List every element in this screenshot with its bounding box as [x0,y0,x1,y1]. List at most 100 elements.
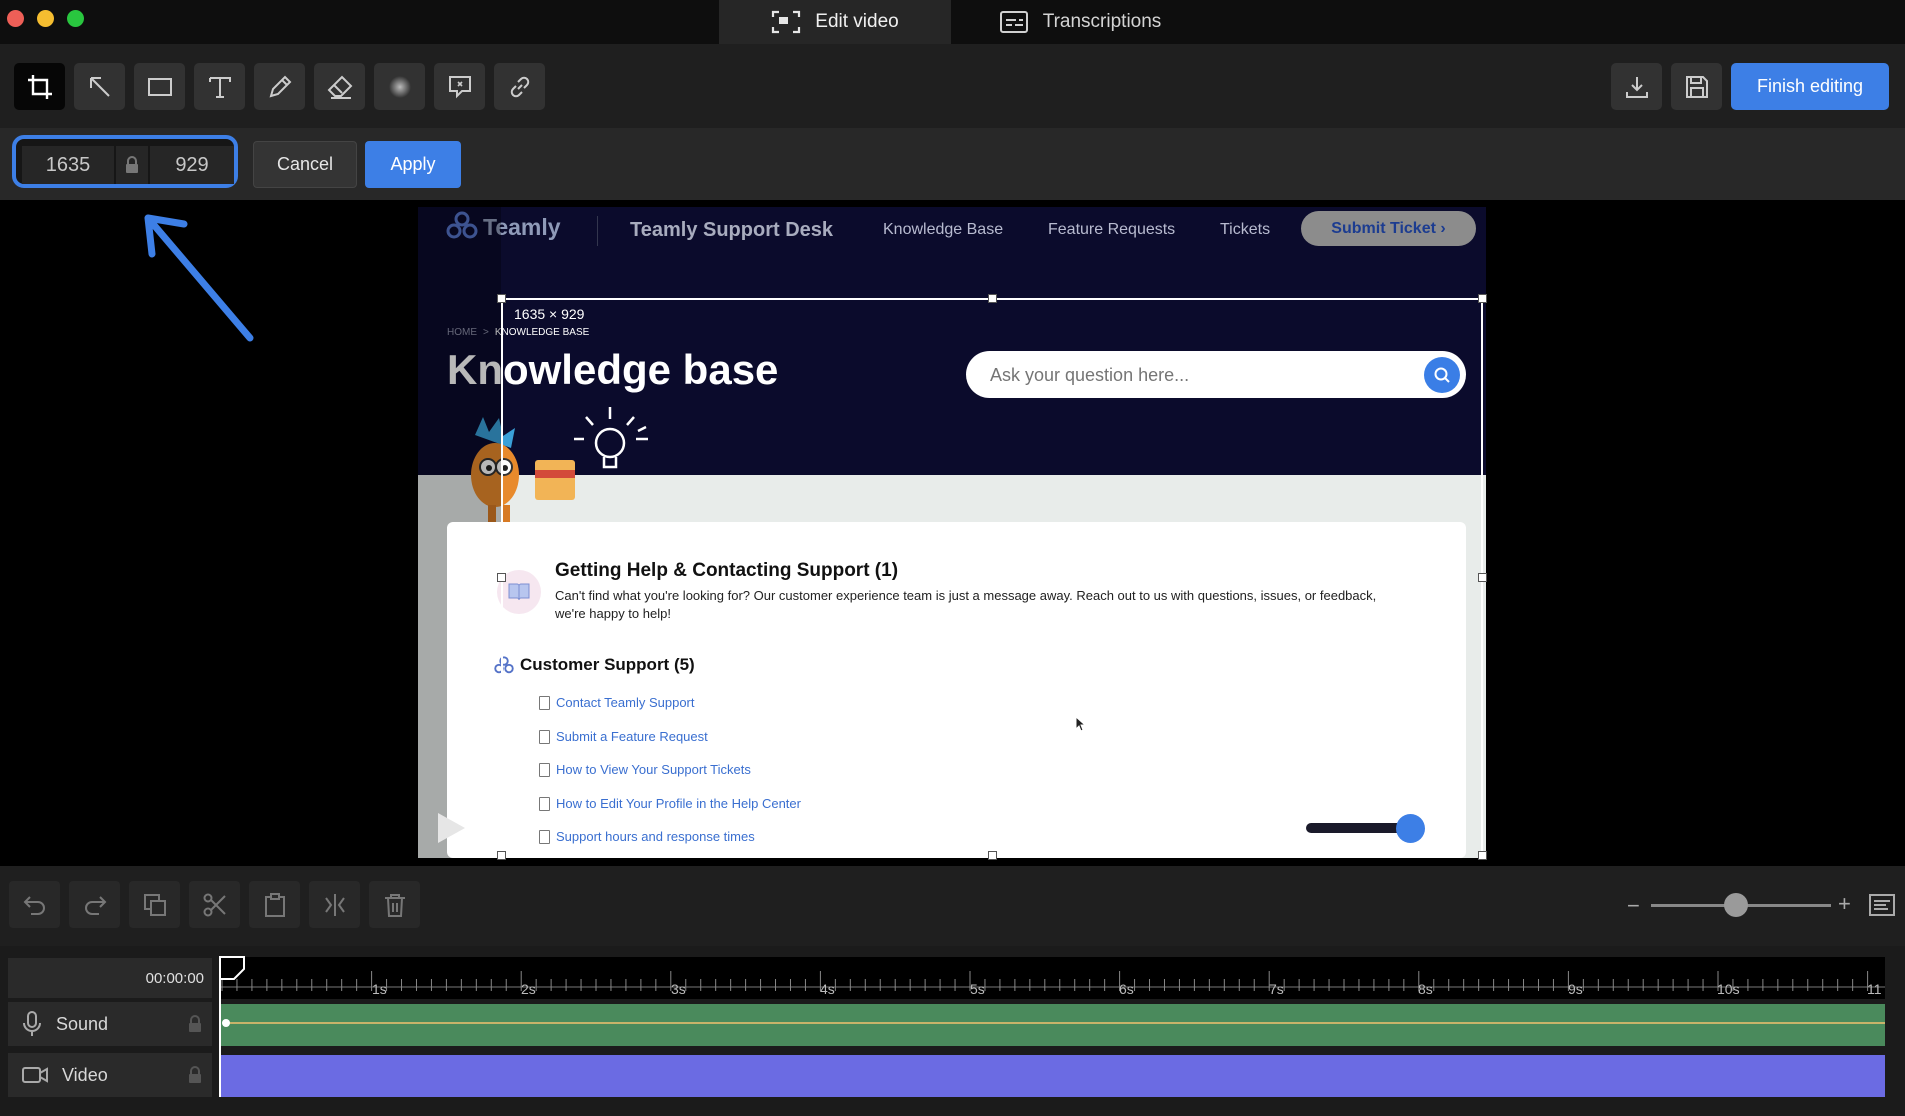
lock-icon [126,156,138,173]
trash-icon [384,893,405,917]
paste-button[interactable] [249,881,300,928]
subtitles-icon [999,11,1028,33]
ruler-label: 1s [372,981,387,997]
sound-clip[interactable] [220,1004,1885,1046]
rectangle-icon [147,77,172,96]
tab-label: Transcriptions [1042,11,1162,32]
cancel-button[interactable]: Cancel [253,141,357,188]
ruler-label: 9s [1568,981,1583,997]
redo-button[interactable] [69,881,120,928]
clipboard-icon [264,892,285,917]
video-camera-icon [22,1067,48,1083]
lock-icon[interactable] [188,1015,202,1033]
crop-tool-button[interactable] [14,63,65,110]
play-icon[interactable] [435,811,467,845]
close-window-button[interactable] [7,10,24,27]
fit-timeline-icon[interactable] [1869,893,1895,917]
annotation-arrow [144,214,254,342]
ruler-label: 6s [1119,981,1134,997]
crop-handle-right[interactable] [1478,573,1487,582]
crop-handle-top[interactable] [988,294,997,303]
arrow-tool-button[interactable] [74,63,125,110]
duplicate-button[interactable] [129,881,180,928]
crop-size-label: 1635 × 929 [514,306,585,322]
eraser-tool-button[interactable] [314,63,365,110]
screen-capture-icon [772,10,801,34]
eraser-icon [327,75,352,99]
split-button[interactable] [309,881,360,928]
zoom-in-button[interactable]: + [1838,891,1851,917]
tab-edit-video[interactable]: Edit video [719,0,951,44]
nav-tickets[interactable]: Tickets [1220,207,1270,253]
rectangle-tool-button[interactable] [134,63,185,110]
crop-handle-left[interactable] [497,573,506,582]
crop-handle-top-right[interactable] [1478,294,1487,303]
track-sound[interactable]: Sound [8,1002,212,1046]
crop-handle-top-left[interactable] [497,294,506,303]
timeline-ruler[interactable] [220,957,1885,999]
undo-button[interactable] [9,881,60,928]
save-button[interactable] [1671,63,1722,110]
ruler-label: 2s [521,981,536,997]
zoom-out-button[interactable]: − [1627,893,1640,919]
video-clip[interactable] [220,1055,1885,1097]
minimize-window-button[interactable] [37,10,54,27]
ruler-label: 8s [1418,981,1433,997]
ruler-label: 3s [671,981,686,997]
ruler-label: 5s [970,981,985,997]
crop-height-input[interactable]: 929 [150,146,234,184]
arrow-icon [89,76,110,97]
pencil-icon [269,75,291,97]
download-icon [1625,76,1648,98]
playhead-line [219,975,221,1097]
link-icon [510,76,529,97]
crop-width-input[interactable]: 1635 [22,146,114,184]
volume-envelope[interactable] [224,1022,1885,1024]
crop-icon [27,74,52,99]
timeline-zoom-knob[interactable] [1724,893,1748,917]
crop-handle-bottom[interactable] [988,851,997,860]
lock-icon[interactable] [188,1066,202,1084]
nav-knowledge-base[interactable]: Knowledge Base [883,207,1003,253]
undo-icon [23,895,45,915]
delete-button[interactable] [369,881,420,928]
tab-label: Edit video [815,11,899,32]
ruler-ticks [220,971,1885,991]
blur-icon [388,75,411,98]
playhead[interactable] [218,955,252,981]
text-tool-button[interactable] [194,63,245,110]
text-icon [208,76,231,98]
microphone-icon [23,1011,41,1036]
submit-ticket-button[interactable]: Submit Ticket › [1301,211,1476,246]
nav-feature-requests[interactable]: Feature Requests [1048,207,1175,253]
pencil-tool-button[interactable] [254,63,305,110]
callout-tool-button[interactable] [434,63,485,110]
divider [597,216,598,246]
track-label: Video [62,1064,108,1085]
track-label: Sound [56,1013,109,1034]
crop-handle-bottom-left[interactable] [497,851,506,860]
callout-icon [448,75,471,98]
tab-transcriptions[interactable]: Transcriptions [980,0,1180,44]
current-time: 00:00:00 [8,958,212,998]
volume-keyframe[interactable] [222,1019,230,1027]
site-title: Teamly Support Desk [630,218,834,241]
blur-tool-button[interactable] [374,63,425,110]
download-button[interactable] [1611,63,1662,110]
ruler-label: 10s [1717,981,1740,997]
title-bar [0,0,1905,44]
ruler-label: 7s [1269,981,1284,997]
ruler-label: 4s [820,981,835,997]
duplicate-icon [143,893,166,916]
maximize-window-button[interactable] [67,10,84,27]
aspect-lock-button[interactable] [116,146,148,184]
crop-handle-bottom-right[interactable] [1478,851,1487,860]
split-icon [324,893,345,916]
track-video[interactable]: Video [8,1053,212,1097]
apply-button[interactable]: Apply [365,141,461,188]
finish-editing-button[interactable]: Finish editing [1731,63,1889,110]
crop-selection[interactable] [501,298,1483,858]
cut-button[interactable] [189,881,240,928]
link-tool-button[interactable] [494,63,545,110]
scissors-icon [203,893,226,916]
